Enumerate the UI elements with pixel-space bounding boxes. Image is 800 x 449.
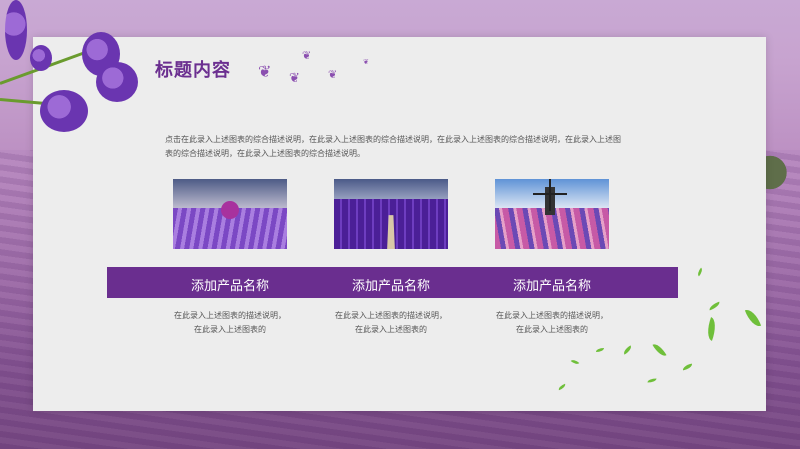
page-title: 标题内容 [155, 60, 231, 81]
product-name-3: 添加产品名称 [512, 279, 591, 294]
butterfly-icon: ❦ [302, 49, 312, 62]
description-text: 点击在此录入上述图表的综合描述说明，在此录入上述图表的综合描述说明，在此录入上述… [165, 135, 621, 158]
lavender-flower [5, 0, 27, 60]
butterfly-icon: ❦ [363, 58, 369, 66]
product-text-2: 在此录入上述图表的描述说明，在此录入上述图表的 [335, 311, 447, 334]
product-image-3 [495, 179, 609, 249]
product-text-3: 在此录入上述图表的描述说明，在此录入上述图表的 [496, 311, 608, 334]
lavender-flower [30, 45, 52, 71]
product-text-1: 在此录入上述图表的描述说明，在此录入上述图表的 [174, 311, 286, 334]
butterfly-icon: ❦ [258, 62, 272, 81]
product-image-1 [173, 179, 287, 249]
butterfly-icon: ❦ [289, 71, 300, 86]
lavender-flower [96, 62, 138, 102]
product-image-2 [334, 179, 448, 249]
product-name-1: 添加产品名称 [190, 279, 269, 294]
butterfly-icon: ❦ [328, 68, 338, 81]
lavender-flower [40, 90, 88, 132]
product-name-2: 添加产品名称 [351, 279, 430, 294]
